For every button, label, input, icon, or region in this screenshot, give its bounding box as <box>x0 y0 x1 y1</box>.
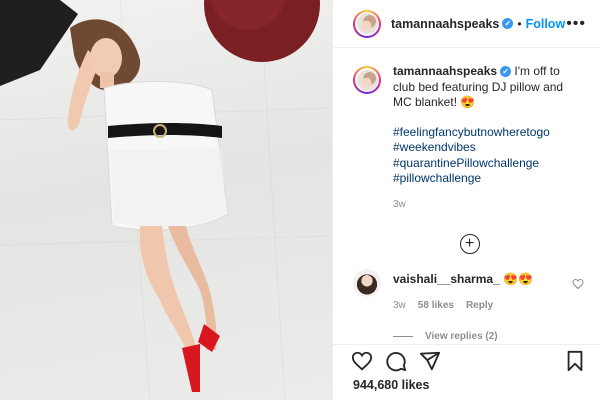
post-sidebar: tamannaahspeaks ✓ • Follow ••• tamannaah… <box>332 0 600 400</box>
post-header: tamannaahspeaks ✓ • Follow ••• <box>333 0 600 48</box>
commenter-avatar[interactable] <box>353 269 381 297</box>
view-replies-label: View replies (2) <box>425 331 498 342</box>
likes-count[interactable]: 944,680 likes <box>353 378 429 392</box>
caption-verified-icon: ✓ <box>500 66 512 78</box>
comment-text-line: vaishali__sharma_ 😍😍 <box>393 272 533 286</box>
post-caption: tamannaahspeaks ✓ I'm off to club bed fea… <box>353 64 586 212</box>
caption-timestamp[interactable]: 3w <box>393 197 579 213</box>
comment-text: 😍😍 <box>499 272 533 286</box>
comment-likes[interactable]: 58 likes <box>418 300 454 311</box>
caption-avatar[interactable] <box>353 66 381 94</box>
load-more-comments-button[interactable]: + <box>459 234 480 254</box>
more-options-icon[interactable]: ••• <box>566 15 586 33</box>
comment-meta: 3w 58 likes Reply <box>393 300 533 311</box>
replies-divider <box>393 336 413 337</box>
heart-small-icon[interactable] <box>572 278 584 290</box>
caption-username[interactable]: tamannaahspeaks <box>393 64 497 78</box>
author-avatar[interactable] <box>353 9 381 38</box>
comment-item: vaishali__sharma_ 😍😍 3w 58 likes Reply <box>353 269 586 311</box>
hashtag-link[interactable]: #feelingfancybutnowheretogo <box>393 125 579 141</box>
view-replies-button[interactable]: View replies (2) <box>393 331 586 342</box>
share-icon[interactable] <box>419 350 441 372</box>
hashtag-link[interactable]: #quarantinePillowchallenge <box>393 156 579 172</box>
reply-button[interactable]: Reply <box>466 300 493 311</box>
caption-body: tamannaahspeaks ✓ I'm off to club bed fea… <box>393 64 579 212</box>
hashtag-list: #feelingfancybutnowheretogo #weekendvibe… <box>393 125 579 187</box>
header-separator: • <box>517 16 522 31</box>
comment-body: vaishali__sharma_ 😍😍 3w 58 likes Reply <box>393 272 533 311</box>
instagram-post-modal: tamannaahspeaks ✓ • Follow ••• tamannaah… <box>0 0 600 400</box>
post-photo[interactable] <box>0 0 332 400</box>
author-username[interactable]: tamannaahspeaks <box>391 17 499 31</box>
photo-illustration <box>0 0 332 400</box>
comment-icon[interactable] <box>385 350 407 372</box>
verified-badge-icon: ✓ <box>502 18 514 29</box>
bookmark-icon[interactable] <box>564 350 586 372</box>
action-bar <box>333 344 600 376</box>
commenter-username[interactable]: vaishali__sharma_ <box>393 272 500 286</box>
follow-button[interactable]: Follow <box>526 17 566 31</box>
comments-section: tamannaahspeaks ✓ I'm off to club bed fea… <box>333 48 600 344</box>
hashtag-link[interactable]: #pillowchallenge <box>393 171 579 187</box>
heart-icon[interactable] <box>351 350 373 372</box>
comment-timestamp[interactable]: 3w <box>393 300 406 311</box>
hashtag-link[interactable]: #weekendvibes <box>393 140 579 156</box>
